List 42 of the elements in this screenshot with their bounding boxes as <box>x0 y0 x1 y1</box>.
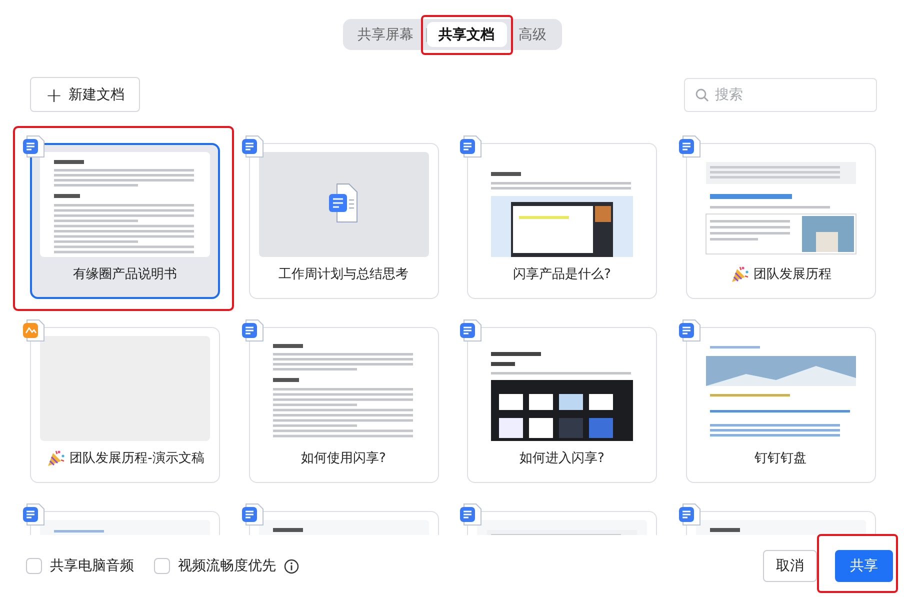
info-icon[interactable] <box>284 558 299 574</box>
search-icon <box>695 88 709 102</box>
document-icon <box>23 503 45 526</box>
document-icon <box>242 319 264 342</box>
document-card[interactable]: 工作周计划与总结思考 <box>248 143 438 299</box>
search-field[interactable]: 搜索 <box>684 78 877 112</box>
new-document-button[interactable]: + 新建文档 <box>30 77 140 112</box>
document-icon <box>460 319 482 342</box>
card-title: 工作周计划与总结思考 <box>278 266 408 283</box>
document-card[interactable]: 团队发展历程 <box>686 143 876 299</box>
card-title: 团队发展历程 <box>754 266 832 283</box>
document-card[interactable]: 有缘圈产品说明书 <box>30 143 220 299</box>
document-icon <box>460 503 482 526</box>
document-card[interactable]: 团队发展历程-演示文稿 <box>30 327 220 483</box>
document-card[interactable]: 闪享产品是什么? <box>467 143 657 299</box>
document-icon <box>23 135 45 158</box>
tab[interactable]: 高级 <box>506 22 558 47</box>
share-button[interactable]: 共享 <box>835 550 893 582</box>
document-icon <box>242 503 264 526</box>
checkbox[interactable] <box>154 558 170 574</box>
document-card[interactable]: 如何使用闪享? <box>248 327 438 483</box>
document-icon <box>678 503 700 526</box>
card-title: 有缘圈产品说明书 <box>73 266 177 283</box>
cancel-button[interactable]: 取消 <box>763 550 817 582</box>
card-title: 团队发展历程-演示文稿 <box>70 450 204 467</box>
card-title: 如何使用闪享? <box>301 450 386 467</box>
document-icon <box>678 135 700 158</box>
plus-icon: + <box>46 84 62 104</box>
card-title: 如何进入闪享? <box>520 450 604 467</box>
checkbox-option[interactable]: 视频流畅度优先 <box>154 557 299 575</box>
document-icon <box>242 135 264 158</box>
card-title: 闪享产品是什么? <box>513 266 611 283</box>
tab[interactable]: 共享屏幕 <box>346 22 426 47</box>
card-title: 钉钉钉盘 <box>754 450 806 467</box>
slides-icon <box>23 319 45 342</box>
document-icon <box>460 135 482 158</box>
document-card[interactable]: 钉钉钉盘 <box>686 327 876 483</box>
document-icon <box>678 319 700 342</box>
tab[interactable]: 共享文档 <box>426 22 506 47</box>
checkbox[interactable] <box>26 558 42 574</box>
checkbox-option[interactable]: 共享电脑音频 <box>26 557 134 575</box>
document-card[interactable]: 如何进入闪享? <box>467 327 657 483</box>
